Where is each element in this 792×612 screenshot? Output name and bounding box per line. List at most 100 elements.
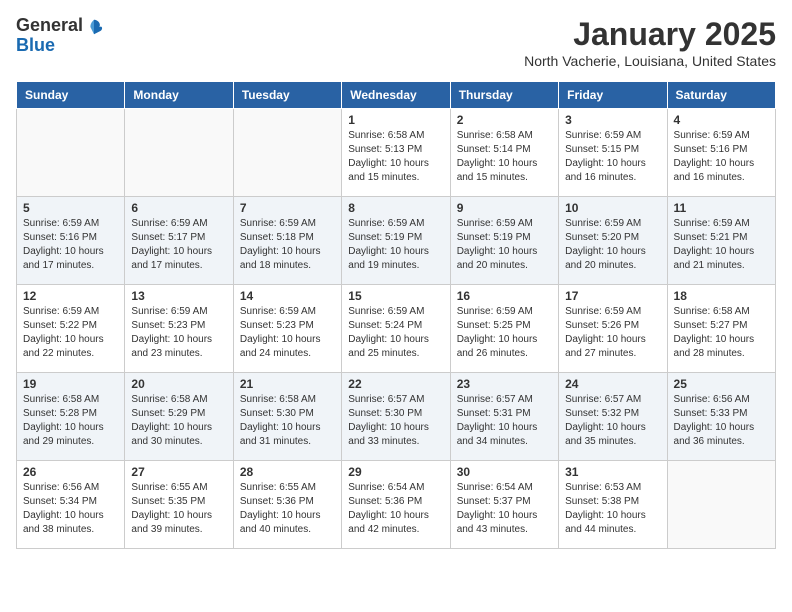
- calendar-cell: 26 Sunrise: 6:56 AMSunset: 5:34 PMDayligh…: [17, 461, 125, 549]
- day-number: 17: [565, 289, 660, 303]
- calendar-week-row: 1 Sunrise: 6:58 AMSunset: 5:13 PMDaylight…: [17, 109, 776, 197]
- day-number: 4: [674, 113, 769, 127]
- day-info: Sunrise: 6:58 AMSunset: 5:14 PMDaylight:…: [457, 129, 552, 185]
- calendar-cell: 28 Sunrise: 6:55 AMSunset: 5:36 PMDayligh…: [233, 461, 341, 549]
- day-number: 11: [674, 201, 769, 215]
- calendar-cell: [233, 109, 341, 197]
- day-info: Sunrise: 6:58 AMSunset: 5:13 PMDaylight:…: [348, 129, 443, 185]
- day-number: 22: [348, 377, 443, 391]
- calendar-table: SundayMondayTuesdayWednesdayThursdayFrid…: [16, 81, 776, 549]
- month-title: January 2025: [524, 16, 776, 53]
- calendar-cell: 5 Sunrise: 6:59 AMSunset: 5:16 PMDaylight…: [17, 197, 125, 285]
- day-number: 9: [457, 201, 552, 215]
- day-number: 1: [348, 113, 443, 127]
- calendar-cell: [17, 109, 125, 197]
- calendar-week-row: 5 Sunrise: 6:59 AMSunset: 5:16 PMDaylight…: [17, 197, 776, 285]
- calendar-cell: 27 Sunrise: 6:55 AMSunset: 5:35 PMDayligh…: [125, 461, 233, 549]
- calendar-week-row: 12Sunrise: 6:59 AMSunset: 5:22 PMDayligh…: [17, 285, 776, 373]
- calendar-cell: 11 Sunrise: 6:59 AMSunset: 5:21 PMDayligh…: [667, 197, 775, 285]
- day-info: Sunrise: 6:59 AMSunset: 5:16 PMDaylight:…: [23, 217, 118, 273]
- day-number: 15: [348, 289, 443, 303]
- day-info: Sunrise: 6:56 AMSunset: 5:34 PMDaylight:…: [23, 481, 118, 537]
- day-number: 3: [565, 113, 660, 127]
- day-info: Sunrise: 6:59 AMSunset: 5:21 PMDaylight:…: [674, 217, 769, 273]
- day-number: 25: [674, 377, 769, 391]
- day-info: Sunrise: 6:59 AMSunset: 5:23 PMDaylight:…: [240, 305, 335, 361]
- weekday-header: Saturday: [667, 82, 775, 109]
- calendar-cell: 16Sunrise: 6:59 AMSunset: 5:25 PMDayligh…: [450, 285, 558, 373]
- weekday-header: Thursday: [450, 82, 558, 109]
- day-number: 30: [457, 465, 552, 479]
- day-number: 8: [348, 201, 443, 215]
- day-info: Sunrise: 6:59 AMSunset: 5:15 PMDaylight:…: [565, 129, 660, 185]
- weekday-header: Sunday: [17, 82, 125, 109]
- calendar-cell: 6 Sunrise: 6:59 AMSunset: 5:17 PMDaylight…: [125, 197, 233, 285]
- calendar-cell: 15 Sunrise: 6:59 AMSunset: 5:24 PMDayligh…: [342, 285, 450, 373]
- calendar-cell: 17 Sunrise: 6:59 AMSunset: 5:26 PMDayligh…: [559, 285, 667, 373]
- day-number: 14: [240, 289, 335, 303]
- calendar-cell: 22 Sunrise: 6:57 AMSunset: 5:30 PMDayligh…: [342, 373, 450, 461]
- page-header: General Blue January 2025 North Vacherie…: [16, 16, 776, 69]
- calendar-cell: 2Sunrise: 6:58 AMSunset: 5:14 PMDaylight…: [450, 109, 558, 197]
- calendar-cell: 30 Sunrise: 6:54 AMSunset: 5:37 PMDayligh…: [450, 461, 558, 549]
- day-number: 7: [240, 201, 335, 215]
- day-info: Sunrise: 6:56 AMSunset: 5:33 PMDaylight:…: [674, 393, 769, 449]
- day-number: 19: [23, 377, 118, 391]
- day-info: Sunrise: 6:59 AMSunset: 5:19 PMDaylight:…: [348, 217, 443, 273]
- calendar-cell: [667, 461, 775, 549]
- logo-text: General Blue: [16, 16, 103, 56]
- calendar-cell: 24 Sunrise: 6:57 AMSunset: 5:32 PMDayligh…: [559, 373, 667, 461]
- day-info: Sunrise: 6:55 AMSunset: 5:35 PMDaylight:…: [131, 481, 226, 537]
- logo: General Blue: [16, 16, 103, 56]
- calendar-cell: 21Sunrise: 6:58 AMSunset: 5:30 PMDayligh…: [233, 373, 341, 461]
- day-info: Sunrise: 6:53 AMSunset: 5:38 PMDaylight:…: [565, 481, 660, 537]
- day-number: 27: [131, 465, 226, 479]
- day-info: Sunrise: 6:54 AMSunset: 5:36 PMDaylight:…: [348, 481, 443, 537]
- day-number: 31: [565, 465, 660, 479]
- day-info: Sunrise: 6:58 AMSunset: 5:30 PMDaylight:…: [240, 393, 335, 449]
- day-info: Sunrise: 6:58 AMSunset: 5:27 PMDaylight:…: [674, 305, 769, 361]
- day-number: 24: [565, 377, 660, 391]
- day-number: 26: [23, 465, 118, 479]
- day-info: Sunrise: 6:59 AMSunset: 5:17 PMDaylight:…: [131, 217, 226, 273]
- day-info: Sunrise: 6:58 AMSunset: 5:28 PMDaylight:…: [23, 393, 118, 449]
- day-number: 20: [131, 377, 226, 391]
- calendar-cell: 13Sunrise: 6:59 AMSunset: 5:23 PMDayligh…: [125, 285, 233, 373]
- calendar-cell: 3 Sunrise: 6:59 AMSunset: 5:15 PMDaylight…: [559, 109, 667, 197]
- day-number: 28: [240, 465, 335, 479]
- calendar-cell: 20Sunrise: 6:58 AMSunset: 5:29 PMDayligh…: [125, 373, 233, 461]
- day-number: 13: [131, 289, 226, 303]
- calendar-cell: 7Sunrise: 6:59 AMSunset: 5:18 PMDaylight…: [233, 197, 341, 285]
- calendar-cell: 8 Sunrise: 6:59 AMSunset: 5:19 PMDaylight…: [342, 197, 450, 285]
- day-info: Sunrise: 6:59 AMSunset: 5:16 PMDaylight:…: [674, 129, 769, 185]
- location: North Vacherie, Louisiana, United States: [524, 53, 776, 69]
- day-info: Sunrise: 6:55 AMSunset: 5:36 PMDaylight:…: [240, 481, 335, 537]
- weekday-header: Tuesday: [233, 82, 341, 109]
- calendar-cell: 29Sunrise: 6:54 AMSunset: 5:36 PMDayligh…: [342, 461, 450, 549]
- calendar-week-row: 19 Sunrise: 6:58 AMSunset: 5:28 PMDayligh…: [17, 373, 776, 461]
- calendar-cell: 4 Sunrise: 6:59 AMSunset: 5:16 PMDaylight…: [667, 109, 775, 197]
- day-info: Sunrise: 6:54 AMSunset: 5:37 PMDaylight:…: [457, 481, 552, 537]
- calendar-cell: 12Sunrise: 6:59 AMSunset: 5:22 PMDayligh…: [17, 285, 125, 373]
- calendar-cell: 1 Sunrise: 6:58 AMSunset: 5:13 PMDaylight…: [342, 109, 450, 197]
- weekday-header: Monday: [125, 82, 233, 109]
- logo-general: General: [16, 16, 83, 36]
- calendar-cell: 25 Sunrise: 6:56 AMSunset: 5:33 PMDayligh…: [667, 373, 775, 461]
- calendar-cell: [125, 109, 233, 197]
- day-number: 10: [565, 201, 660, 215]
- calendar-cell: 19 Sunrise: 6:58 AMSunset: 5:28 PMDayligh…: [17, 373, 125, 461]
- day-number: 12: [23, 289, 118, 303]
- day-info: Sunrise: 6:59 AMSunset: 5:26 PMDaylight:…: [565, 305, 660, 361]
- calendar-cell: 14 Sunrise: 6:59 AMSunset: 5:23 PMDayligh…: [233, 285, 341, 373]
- day-info: Sunrise: 6:59 AMSunset: 5:24 PMDaylight:…: [348, 305, 443, 361]
- day-number: 23: [457, 377, 552, 391]
- calendar-cell: 18Sunrise: 6:58 AMSunset: 5:27 PMDayligh…: [667, 285, 775, 373]
- day-number: 16: [457, 289, 552, 303]
- day-info: Sunrise: 6:57 AMSunset: 5:31 PMDaylight:…: [457, 393, 552, 449]
- day-number: 6: [131, 201, 226, 215]
- calendar-cell: 31 Sunrise: 6:53 AMSunset: 5:38 PMDayligh…: [559, 461, 667, 549]
- calendar-cell: 23 Sunrise: 6:57 AMSunset: 5:31 PMDayligh…: [450, 373, 558, 461]
- day-number: 5: [23, 201, 118, 215]
- day-info: Sunrise: 6:57 AMSunset: 5:30 PMDaylight:…: [348, 393, 443, 449]
- day-info: Sunrise: 6:57 AMSunset: 5:32 PMDaylight:…: [565, 393, 660, 449]
